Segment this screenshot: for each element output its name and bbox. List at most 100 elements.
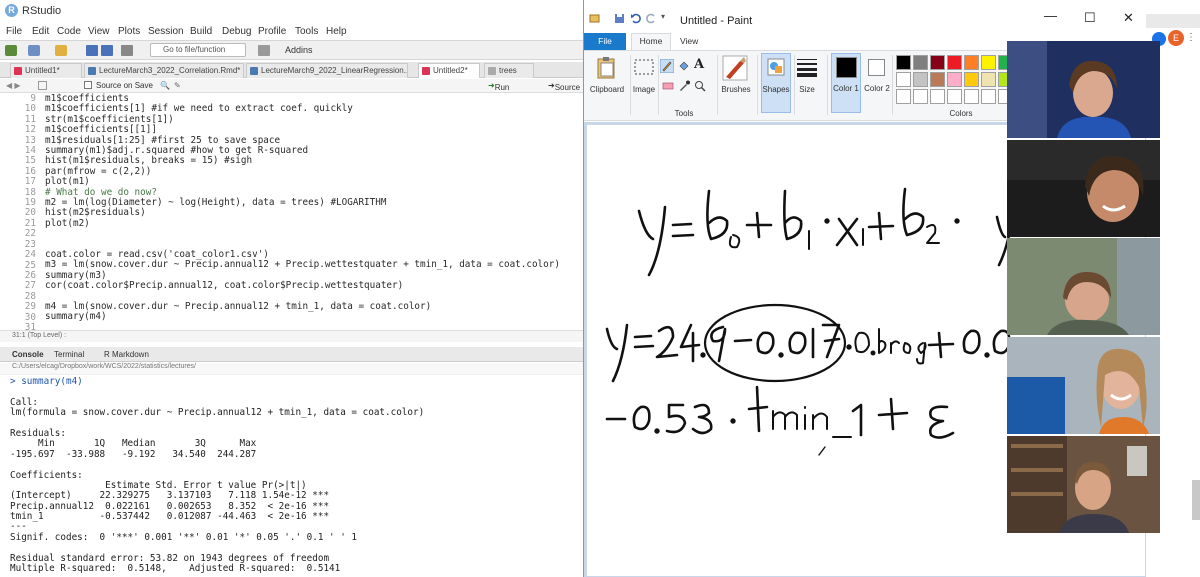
tab-linear-regression[interactable]: LectureMarch9_2022_LinearRegression...: [246, 63, 408, 78]
image-label[interactable]: Image: [630, 85, 658, 94]
palette-swatch[interactable]: [964, 72, 979, 87]
shapes-icon[interactable]: [766, 57, 786, 77]
menu-edit[interactable]: Edit: [32, 26, 49, 37]
redo-icon[interactable]: [646, 13, 657, 24]
maximize-button[interactable]: ☐: [1084, 10, 1096, 26]
palette-swatch[interactable]: [896, 55, 911, 70]
palette-swatch[interactable]: [913, 55, 928, 70]
tab-untitled2[interactable]: Untitled2*: [418, 63, 480, 78]
back-arrow-icon[interactable]: ◀ ▶: [6, 81, 21, 90]
palette-swatch[interactable]: [913, 72, 928, 87]
source-button[interactable]: ➜ Source: [548, 81, 580, 92]
scrollbar[interactable]: [1192, 480, 1200, 520]
participant-video-1[interactable]: [1007, 41, 1160, 138]
menu-profile[interactable]: Profile: [258, 26, 286, 37]
grid-icon[interactable]: [258, 45, 270, 56]
tab-correlation[interactable]: LectureMarch3_2022_Correlation.Rmd*: [84, 63, 244, 78]
color2-label[interactable]: Color 2: [864, 84, 890, 93]
code-line[interactable]: cor(coat.color$Precip.annual12, coat.col…: [45, 280, 560, 291]
select-icon[interactable]: [634, 59, 654, 75]
code-line[interactable]: par(mfrow = c(2,2)): [45, 166, 560, 177]
color-picker-icon[interactable]: [678, 80, 690, 92]
brushes-icon[interactable]: [722, 55, 748, 81]
code-line[interactable]: [45, 229, 560, 239]
clipboard-label[interactable]: Clipboard: [586, 85, 628, 94]
menu-view[interactable]: View: [88, 26, 110, 37]
code-line[interactable]: [45, 323, 560, 330]
participant-video-3[interactable]: [1007, 238, 1160, 335]
save-all-icon[interactable]: [101, 45, 113, 56]
custom-color-swatch[interactable]: [896, 89, 911, 104]
code-line[interactable]: m1$coefficients[[1]]: [45, 124, 560, 135]
quick-access-dropdown-icon[interactable]: ▾: [661, 12, 672, 23]
open-file-icon[interactable]: [55, 45, 67, 56]
menu-tools[interactable]: Tools: [295, 26, 318, 37]
search-icon[interactable]: 🔍: [160, 81, 170, 90]
palette-swatch[interactable]: [947, 55, 962, 70]
palette-swatch[interactable]: [930, 55, 945, 70]
code-line[interactable]: summary(m4): [45, 311, 560, 322]
palette-swatch[interactable]: [896, 72, 911, 87]
close-button[interactable]: ✕: [1123, 10, 1134, 26]
participant-video-2[interactable]: [1007, 140, 1160, 237]
shapes-label[interactable]: Shapes: [761, 85, 791, 94]
tab-file[interactable]: File: [584, 33, 626, 50]
save-icon[interactable]: [614, 13, 625, 24]
menu-file[interactable]: File: [6, 26, 22, 37]
eraser-icon[interactable]: [662, 81, 674, 91]
menu-dots-icon[interactable]: ⋮: [1186, 32, 1196, 43]
custom-color-swatch[interactable]: [947, 89, 962, 104]
palette-swatch[interactable]: [981, 72, 996, 87]
run-button[interactable]: ➜ Run: [488, 81, 509, 92]
avatar[interactable]: E: [1168, 30, 1184, 46]
custom-color-swatch[interactable]: [964, 89, 979, 104]
custom-color-swatch[interactable]: [981, 89, 996, 104]
goto-file-input[interactable]: Go to file/function: [150, 43, 246, 57]
code-line[interactable]: plot(m1): [45, 176, 560, 187]
menu-help[interactable]: Help: [326, 26, 347, 37]
code-line[interactable]: plot(m2): [45, 218, 560, 229]
participant-video-4[interactable]: [1007, 337, 1160, 434]
menu-code[interactable]: Code: [57, 26, 81, 37]
palette-swatch[interactable]: [947, 72, 962, 87]
print-icon[interactable]: [121, 45, 133, 56]
show-in-window-icon[interactable]: [38, 81, 47, 90]
tab-terminal[interactable]: Terminal: [54, 350, 84, 359]
console-output[interactable]: > summary(m4) Call: lm(formula = snow.cove…: [0, 377, 583, 577]
wand-icon[interactable]: ✎: [174, 81, 181, 90]
participant-video-5[interactable]: [1007, 436, 1160, 533]
paste-icon[interactable]: [595, 56, 617, 80]
new-project-icon[interactable]: [28, 45, 40, 56]
code-text[interactable]: m1$coefficients m1$coefficients[1] #if we…: [45, 93, 560, 330]
magnifier-icon[interactable]: [694, 80, 706, 92]
tab-r-markdown[interactable]: R Markdown: [104, 350, 149, 359]
size-icon[interactable]: [796, 57, 818, 77]
code-line[interactable]: m3 = lm(snow.cover.dur ~ Precip.annual12…: [45, 259, 560, 270]
code-line[interactable]: hist(m2$residuals): [45, 207, 560, 218]
menu-session[interactable]: Session: [148, 26, 184, 37]
addins-button[interactable]: Addins: [285, 45, 313, 55]
menu-build[interactable]: Build: [190, 26, 212, 37]
save-icon[interactable]: [86, 45, 98, 56]
code-editor[interactable]: 9 10 11 12 13 14 15 16 17 18 19 20 21 22 23 24 25 26 27 28 2…: [0, 93, 583, 330]
minimize-button[interactable]: —: [1044, 8, 1057, 23]
custom-color-swatch[interactable]: [930, 89, 945, 104]
palette-swatch[interactable]: [930, 72, 945, 87]
brushes-label[interactable]: Brushes: [718, 85, 754, 94]
code-line[interactable]: m4 = lm(snow.cover.dur ~ Precip.annual12…: [45, 301, 560, 312]
menu-plots[interactable]: Plots: [118, 26, 140, 37]
tab-view[interactable]: View: [680, 36, 698, 46]
tab-home[interactable]: Home: [631, 33, 671, 50]
custom-color-swatch[interactable]: [913, 89, 928, 104]
tab-trees[interactable]: trees: [484, 63, 534, 78]
menu-debug[interactable]: Debug: [222, 26, 251, 37]
undo-icon[interactable]: [630, 13, 641, 24]
palette-swatch[interactable]: [964, 55, 979, 70]
size-label[interactable]: Size: [795, 85, 819, 94]
pencil-icon[interactable]: [660, 59, 674, 73]
fill-icon[interactable]: [678, 60, 690, 72]
new-file-icon[interactable]: [5, 45, 17, 56]
text-tool-icon[interactable]: A: [694, 57, 704, 72]
tab-console[interactable]: Console: [12, 350, 44, 359]
color2-swatch[interactable]: [868, 59, 885, 76]
